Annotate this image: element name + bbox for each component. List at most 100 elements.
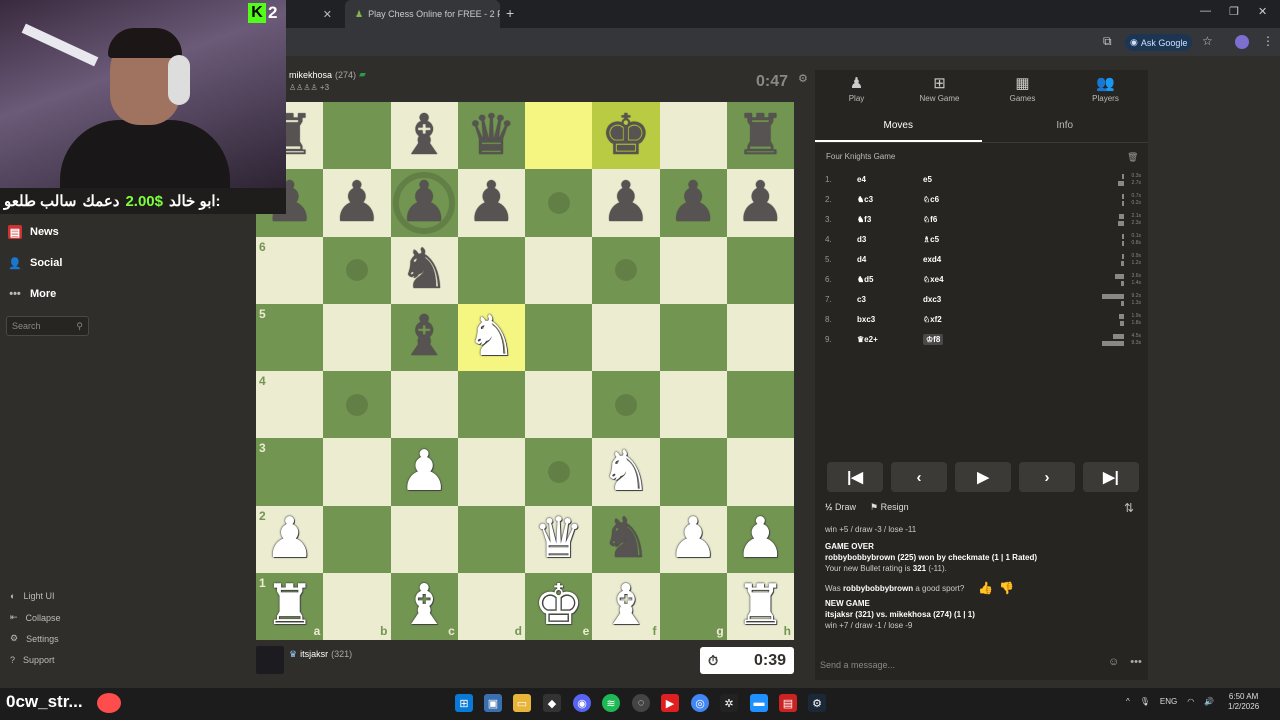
square-e2[interactable]: ♛ (525, 505, 593, 573)
mic-icon[interactable]: 🎙 (1140, 697, 1150, 706)
close-tab-icon[interactable]: ✕ (323, 8, 332, 21)
square-f7[interactable]: ♟ (592, 169, 660, 237)
white-knight-piece[interactable]: ♞ (601, 443, 651, 500)
spotify-icon[interactable]: ≋ (602, 694, 620, 712)
play-button[interactable]: ▶ (955, 462, 1011, 492)
white-bishop-piece[interactable]: ♝ (399, 578, 449, 634)
tab-players[interactable]: 👥 Players (1064, 74, 1147, 103)
tab-games[interactable]: ▦ Games (981, 74, 1064, 103)
square-b4[interactable] (323, 371, 391, 439)
white-rook-piece[interactable]: ♜ (735, 578, 785, 634)
white-rook-piece[interactable]: ♜ (265, 578, 315, 634)
square-d6[interactable] (457, 236, 525, 304)
legal-move-dot[interactable] (345, 393, 368, 416)
square-b2[interactable] (323, 505, 391, 573)
square-d3[interactable] (457, 438, 525, 506)
square-a2[interactable]: 2 ♟ (256, 505, 324, 573)
browser-tab-active[interactable]: ♟ Play Chess Online for FREE - 2 P ✕ (345, 0, 500, 28)
black-pawn-piece[interactable]: ♟ (332, 174, 382, 231)
square-f6[interactable] (592, 236, 660, 304)
black-move[interactable]: e5 (923, 175, 932, 184)
square-f3[interactable]: ♞ (592, 438, 660, 506)
thumbs-down-icon[interactable]: 👎 (999, 582, 1014, 594)
square-e6[interactable] (525, 236, 593, 304)
square-a4[interactable]: 4 (256, 371, 324, 439)
square-a1[interactable]: 1 a ♜ (256, 572, 324, 640)
sidebar-item-social[interactable]: 👤 Social (8, 256, 62, 270)
sidebar-settings[interactable]: ⚙ Settings (10, 633, 59, 644)
white-move[interactable]: bxc3 (857, 315, 875, 324)
square-g7[interactable]: ♟ (659, 169, 727, 237)
square-g1[interactable]: g (659, 572, 727, 640)
square-e7[interactable] (525, 169, 593, 237)
chess-board[interactable]: 8♜♝♛♚♜7♟♟♟♟♟♟♟6♞5♝♞43♟♞2♟♛♞♟♟1a♜bc♝de♚f♝… (256, 102, 794, 640)
black-move[interactable]: ♘xe4 (923, 275, 944, 284)
black-move[interactable]: exd4 (923, 255, 941, 264)
tab-moves[interactable]: Moves (815, 112, 982, 142)
thumbs-up-icon[interactable]: 👍 (978, 582, 993, 594)
square-c7[interactable]: ♟ (390, 169, 458, 237)
black-move[interactable]: ♘c6 (923, 195, 939, 204)
black-pawn-piece[interactable]: ♟ (601, 174, 651, 231)
legal-move-dot[interactable] (614, 393, 637, 416)
square-g4[interactable] (659, 371, 727, 439)
square-h5[interactable] (726, 303, 794, 371)
restore-icon[interactable]: ❐ (1229, 5, 1239, 18)
youtube-icon[interactable]: ▶ (661, 694, 679, 712)
square-d8[interactable]: ♛ (457, 102, 525, 170)
resign-button[interactable]: ⚑ Resign (870, 502, 909, 513)
square-b1[interactable]: b (323, 572, 391, 640)
square-e4[interactable] (525, 371, 593, 439)
square-f4[interactable] (592, 371, 660, 439)
white-move[interactable]: e4 (857, 175, 866, 184)
profile-avatar[interactable] (1235, 35, 1249, 49)
chrome-icon[interactable]: ◎ (691, 694, 709, 712)
square-c1[interactable]: c ♝ (390, 572, 458, 640)
square-c5[interactable]: ♝ (390, 303, 458, 371)
app-icon-4[interactable]: ▤ (779, 694, 797, 712)
square-g5[interactable] (659, 303, 727, 371)
next-move-button[interactable]: › (1019, 462, 1075, 492)
square-f1[interactable]: f ♝ (592, 572, 660, 640)
board-settings-gear-icon[interactable]: ⚙ (798, 72, 808, 85)
white-queen-piece[interactable]: ♛ (534, 511, 584, 567)
square-d5[interactable]: ♞ (457, 303, 525, 371)
square-b3[interactable] (323, 438, 391, 506)
square-d7[interactable]: ♟ (457, 169, 525, 237)
bottom-player-name[interactable]: itsjaksr (300, 649, 328, 660)
discord-icon[interactable]: ◉ (573, 694, 591, 712)
square-a5[interactable]: 5 (256, 303, 324, 371)
white-pawn-piece[interactable]: ♟ (265, 511, 315, 567)
square-e8[interactable] (525, 102, 593, 170)
first-move-button[interactable]: |◀ (827, 462, 883, 492)
more-options-icon[interactable]: ••• (1130, 656, 1142, 668)
legal-move-dot[interactable] (547, 460, 570, 483)
black-move[interactable]: dxc3 (923, 295, 941, 304)
white-move[interactable]: d4 (857, 255, 866, 264)
white-move[interactable]: ♞d5 (857, 275, 874, 284)
avatar[interactable] (256, 646, 284, 674)
square-e3[interactable] (525, 438, 593, 506)
steam-icon[interactable]: ⚙ (808, 694, 826, 712)
black-knight-piece[interactable]: ♞ (601, 511, 651, 567)
square-h6[interactable] (726, 236, 794, 304)
file-explorer-icon[interactable]: ▭ (513, 694, 531, 712)
legal-move-dot[interactable] (614, 259, 637, 282)
tab-new-game[interactable]: ⊞ New Game (898, 74, 981, 103)
square-b7[interactable]: ♟ (323, 169, 391, 237)
tab-play[interactable]: ♟ Play (815, 74, 898, 103)
legal-move-dot[interactable] (547, 191, 570, 214)
language-indicator[interactable]: ENG (1160, 697, 1177, 706)
square-d4[interactable] (457, 371, 525, 439)
square-b5[interactable] (323, 303, 391, 371)
cast-icon[interactable]: ⧉ (1103, 34, 1112, 49)
black-queen-piece[interactable]: ♛ (466, 107, 516, 164)
browser-menu-icon[interactable]: ⋮ (1262, 34, 1274, 48)
black-move[interactable]: ♗c5 (923, 235, 939, 244)
minimize-icon[interactable]: — (1200, 5, 1211, 17)
black-king-piece[interactable]: ♚ (601, 107, 651, 164)
white-move[interactable]: d3 (857, 235, 866, 244)
white-pawn-piece[interactable]: ♟ (399, 443, 449, 500)
square-f5[interactable] (592, 303, 660, 371)
system-clock[interactable]: 6:50 AM 1/2/2026 (1228, 692, 1259, 712)
